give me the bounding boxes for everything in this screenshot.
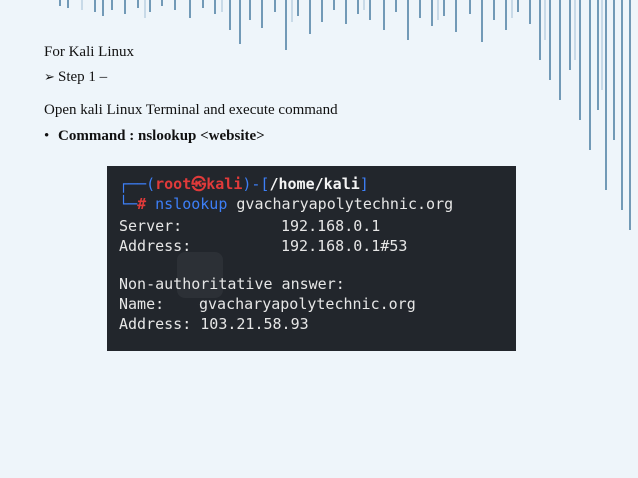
bullet-icon: • <box>44 128 50 144</box>
output-nonauth: Non-authoritative answer: <box>119 275 345 293</box>
terminal-command-line: └─# nslookup gvacharyapolytechnic.org <box>119 195 454 213</box>
heading-kali-linux: For Kali Linux <box>44 44 134 60</box>
terminal-screenshot: ┌──(root㉿kali)-[/home/kali] └─# nslookup… <box>107 166 516 351</box>
output-resolved-address: Address: 103.21.58.93 <box>119 315 309 333</box>
command-line: • Command : nslookup <website> <box>44 127 265 145</box>
command-name: nslookup <box>155 195 228 213</box>
command-argument: gvacharyapolytechnic.org <box>236 195 454 213</box>
arrow-bullet-icon: ➢ <box>44 69 55 84</box>
output-address: Address: 192.168.0.1#53 <box>119 237 408 255</box>
terminal-prompt-line: ┌──(root㉿kali)-[/home/kali] <box>119 175 369 193</box>
output-name: Name: gvacharyapolytechnic.org <box>119 295 416 313</box>
step-line: ➢ Step 1 – <box>44 68 107 86</box>
step-label: Step 1 – <box>58 69 108 85</box>
instruction-text: Open kali Linux Terminal and execute com… <box>44 102 338 118</box>
command-label: Command : nslookup <website> <box>58 128 265 144</box>
output-server: Server: 192.168.0.1 <box>119 217 381 235</box>
prompt-user: root㉿kali <box>155 175 243 193</box>
prompt-path: /home/kali <box>269 175 360 193</box>
